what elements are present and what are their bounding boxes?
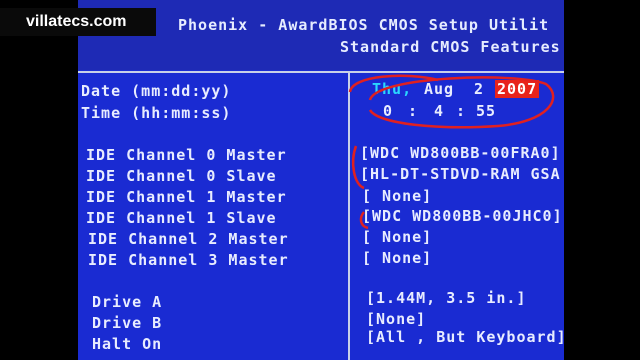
watermark: villatecs.com bbox=[0, 8, 156, 36]
bios-screen: Phoenix - AwardBIOS CMOS Setup Utilit St… bbox=[78, 0, 564, 360]
annotation-bracket bbox=[359, 211, 369, 230]
annotation-circle bbox=[348, 74, 439, 93]
annotation-overlay bbox=[348, 74, 555, 230]
annotation-bracket bbox=[352, 145, 365, 190]
annotation-circle bbox=[368, 76, 555, 129]
